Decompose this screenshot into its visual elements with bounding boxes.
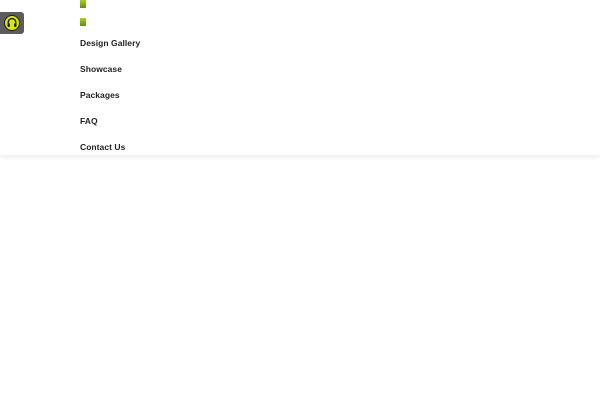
accessibility-button[interactable] [0,12,24,34]
main-navigation: Design Gallery Showcase Packages FAQ Con… [80,30,140,160]
nav-link-showcase[interactable]: Showcase [80,64,122,74]
nav-link-contact-us[interactable]: Contact Us [80,142,125,152]
nav-item-contact-us: Contact Us [80,134,140,160]
green-square-icon [80,18,86,26]
green-square-icon [80,0,86,8]
nav-item-packages: Packages [80,82,140,108]
headphones-icon [4,15,20,31]
nav-link-packages[interactable]: Packages [80,90,120,100]
nav-item-showcase: Showcase [80,56,140,82]
navigation-menu-panel: Design Gallery Showcase Packages FAQ Con… [0,0,600,156]
nav-link-design-gallery[interactable]: Design Gallery [80,38,140,48]
page: Design Gallery Showcase Packages FAQ Con… [0,0,600,400]
nav-item-faq: FAQ [80,108,140,134]
nav-link-faq[interactable]: FAQ [80,116,98,126]
nav-item-design-gallery: Design Gallery [80,30,140,56]
